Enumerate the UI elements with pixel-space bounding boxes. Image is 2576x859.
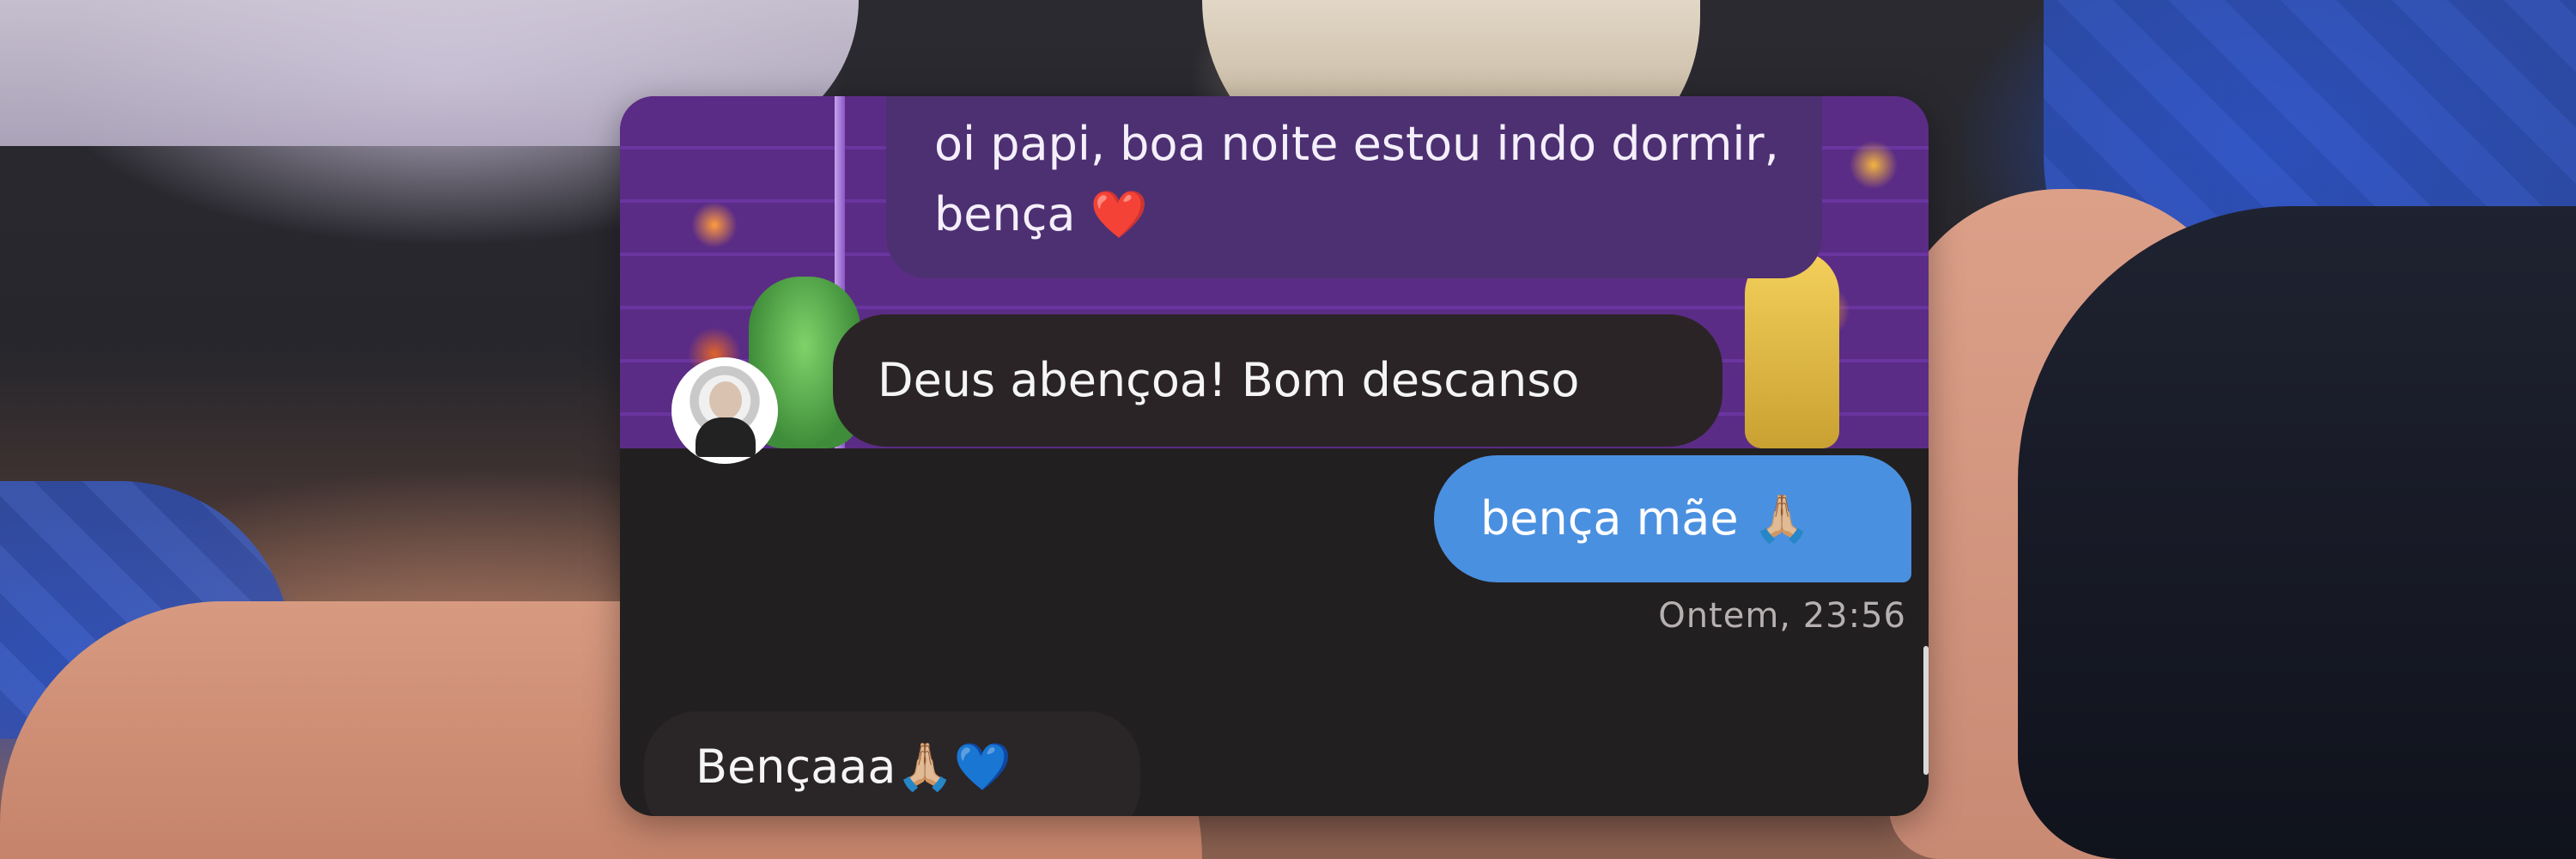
message-text-line: oi papi, boa noite estou indo dormir, [934, 117, 1779, 171]
avatar-head [709, 381, 742, 419]
sent-message-bubble[interactable]: oi papi, boa noite estou indo dormir, be… [886, 96, 1822, 278]
dark-hair [2018, 206, 2576, 859]
scroll-indicator[interactable] [1923, 646, 1929, 775]
message-timestamp: Ontem, 23:56 [1658, 596, 1906, 636]
message-text: Bençaaa🙏🏼💙 [696, 740, 1012, 794]
yellow-character-illustration [1745, 251, 1839, 448]
sent-message-bubble[interactable]: bença mãe 🙏🏼 [1434, 455, 1911, 582]
received-message-bubble[interactable]: Bençaaa🙏🏼💙 [644, 711, 1140, 816]
chat-screenshot: oi papi, boa noite estou indo dormir, be… [620, 96, 1929, 816]
photo-background: oi papi, boa noite estou indo dormir, be… [0, 0, 2576, 859]
contact-avatar[interactable] [671, 357, 778, 464]
avatar-body [696, 417, 756, 457]
received-message-bubble[interactable]: Deus abençoa! Bom descanso [833, 314, 1722, 447]
message-text-line: bença ❤️ [934, 187, 1148, 241]
message-text: Deus abençoa! Bom descanso [878, 353, 1580, 407]
message-text: bença mãe 🙏🏼 [1480, 491, 1811, 545]
